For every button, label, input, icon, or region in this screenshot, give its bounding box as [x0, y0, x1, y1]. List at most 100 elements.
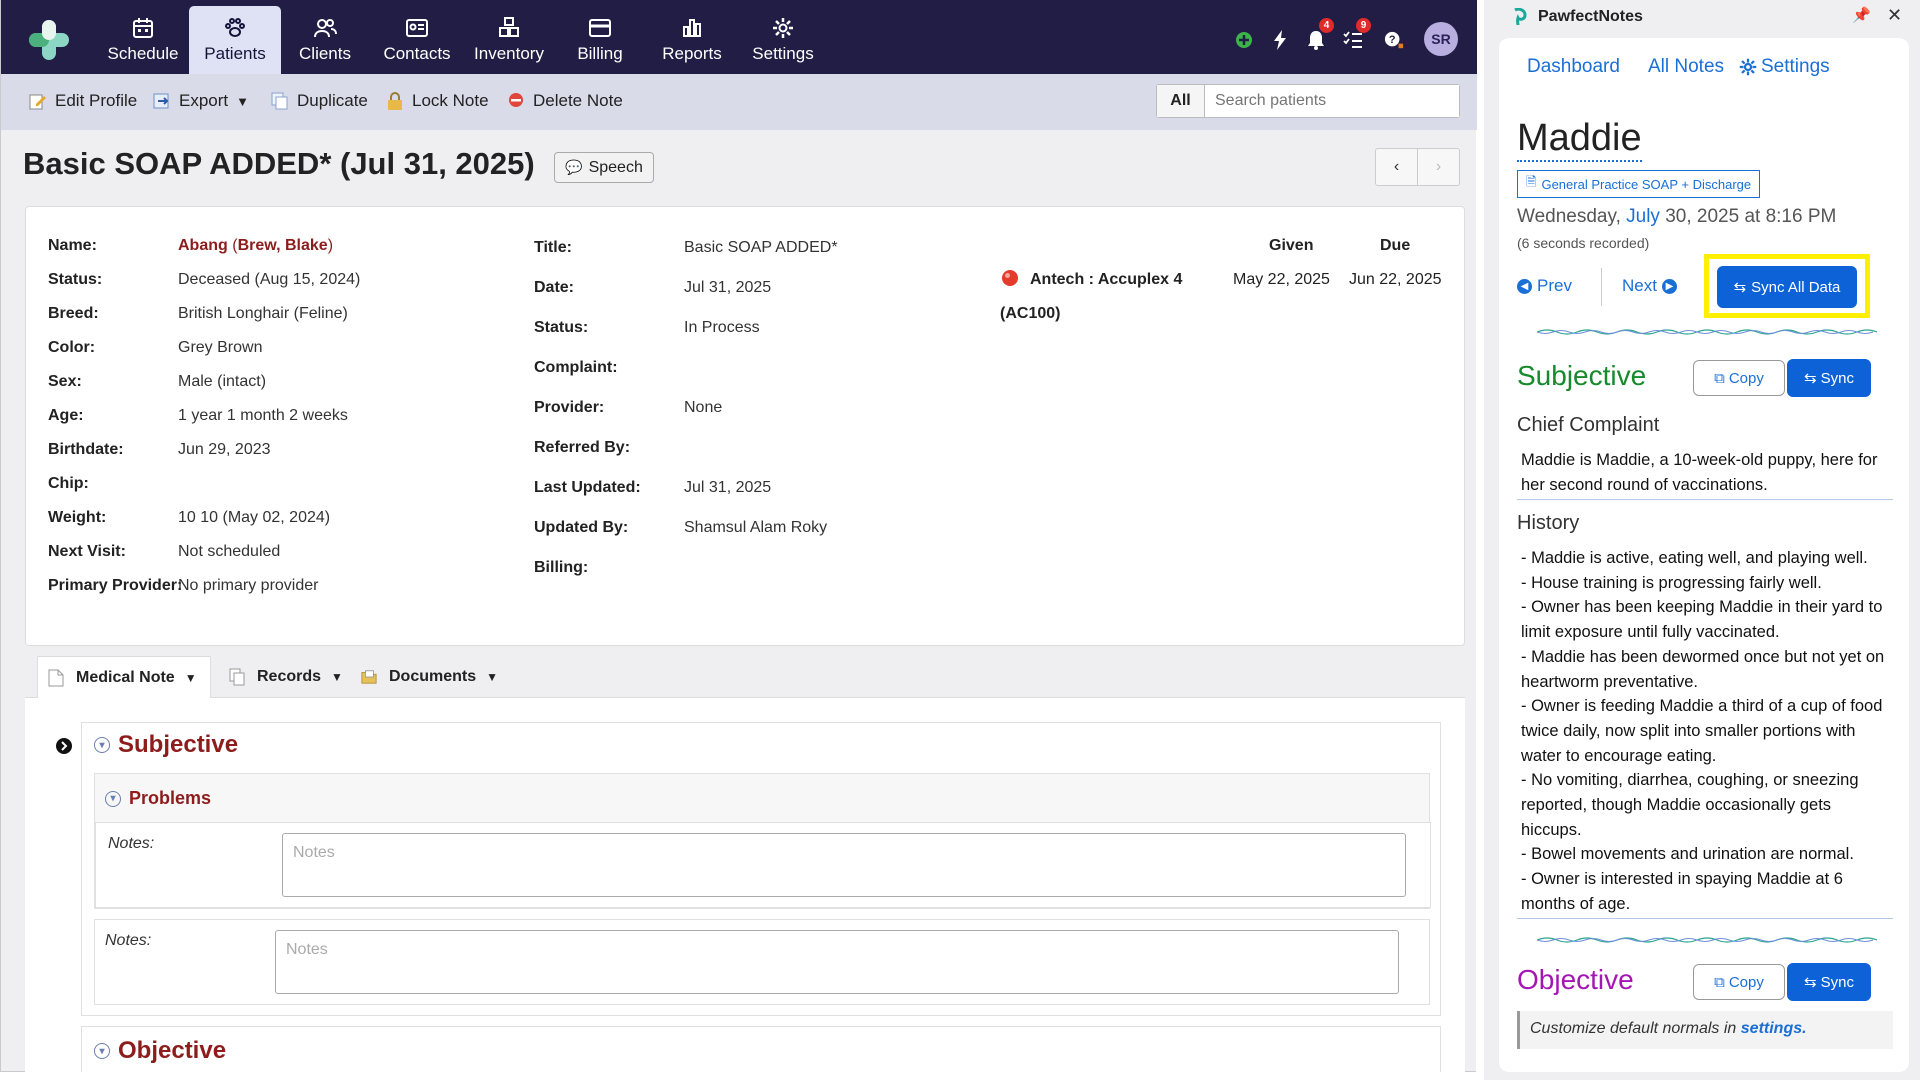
- sync-all-data-button[interactable]: ⇆ Sync All Data: [1717, 266, 1857, 308]
- chief-complaint-text[interactable]: Maddie is Maddie, a 10-week-old puppy, h…: [1521, 448, 1887, 497]
- chief-complaint-title: Chief Complaint: [1517, 414, 1660, 436]
- bar-chart-icon: [683, 19, 701, 37]
- duplicate-button[interactable]: Duplicate: [271, 88, 368, 114]
- edit-profile-label: Edit Profile: [55, 91, 138, 110]
- field-label: Name:: [48, 237, 97, 254]
- template-selector[interactable]: 🗎 General Practice SOAP + Discharge: [1517, 170, 1761, 198]
- collapse-icon[interactable]: ▾: [105, 790, 121, 807]
- boxes-icon: [499, 17, 519, 37]
- nav-schedule[interactable]: Schedule: [97, 6, 189, 72]
- clinic-app-window: Schedule Patients Clients Contacts Inven…: [0, 0, 1477, 1072]
- chevron-right-icon[interactable]: ›: [1418, 149, 1459, 185]
- sync-icon: ⇆: [1804, 370, 1817, 387]
- objective-sync-button[interactable]: ⇆ Sync: [1787, 963, 1871, 1001]
- objective-copy-button[interactable]: ⧉ Copy: [1693, 964, 1785, 1000]
- delete-note-button[interactable]: Delete Note: [507, 88, 623, 114]
- next-button[interactable]: Next ▶: [1622, 276, 1677, 296]
- subjective-notes-box: Notes: Notes: [94, 919, 1430, 1005]
- lock-note-button[interactable]: Lock Note: [386, 88, 489, 114]
- speech-button[interactable]: 💬 Speech: [554, 152, 654, 183]
- edit-profile-button[interactable]: Edit Profile: [29, 88, 137, 114]
- nav-reports[interactable]: Reports: [646, 6, 738, 72]
- problems-notes-field[interactable]: Notes: [282, 833, 1406, 897]
- tab-medical-note[interactable]: Medical Note ▼: [37, 656, 211, 698]
- people-icon: [314, 19, 337, 38]
- top-navigation-bar: Schedule Patients Clients Contacts Inven…: [1, 0, 1477, 74]
- prev-button[interactable]: ◀ Prev: [1517, 276, 1572, 296]
- notifications-button[interactable]: 4: [1306, 18, 1334, 52]
- subjective-heading[interactable]: ▾ Subjective: [94, 731, 238, 759]
- lock-icon: [388, 92, 402, 110]
- nav-inventory[interactable]: Inventory: [463, 6, 555, 72]
- date-month-link[interactable]: July: [1626, 206, 1660, 227]
- history-line: - No vomiting, diarrhea, coughing, or sn…: [1521, 771, 1859, 839]
- lock-note-label: Lock Note: [412, 91, 489, 110]
- nav-label: Schedule: [107, 44, 179, 63]
- normals-hint: Customize default normals in settings.: [1517, 1011, 1893, 1049]
- export-icon: [153, 93, 169, 109]
- gear-icon: [1739, 58, 1757, 76]
- search-scope-all[interactable]: All: [1157, 85, 1205, 117]
- nav-clients[interactable]: Clients: [279, 6, 371, 72]
- subjective-copy-button[interactable]: ⧉ Copy: [1693, 360, 1785, 396]
- normals-settings-link[interactable]: settings.: [1741, 1020, 1807, 1037]
- arrow-right-circle-icon: ▶: [1661, 278, 1677, 294]
- problems-heading[interactable]: ▾ Problems: [105, 788, 211, 809]
- nav-label: Settings: [752, 44, 814, 63]
- delete-note-label: Delete Note: [533, 91, 623, 110]
- export-button[interactable]: Export ▼: [153, 88, 249, 114]
- settings-link[interactable]: Settings: [1739, 56, 1830, 78]
- close-icon[interactable]: ✕: [1887, 5, 1902, 26]
- chevron-left-icon[interactable]: ‹: [1376, 149, 1418, 185]
- tab-records[interactable]: Records ▼: [219, 656, 353, 698]
- patient-name-link[interactable]: Abang: [178, 237, 228, 254]
- copy-icon: ⧉: [1714, 369, 1725, 387]
- quick-actions-button[interactable]: [1271, 28, 1289, 52]
- sync-icon: ⇆: [1733, 279, 1747, 296]
- expand-arrow-icon[interactable]: [56, 738, 72, 754]
- nav-patients[interactable]: Patients: [189, 6, 281, 74]
- patient-name[interactable]: Maddie: [1517, 116, 1642, 162]
- recording-date: Wednesday, July 30, 2025 at 8:16 PM: [1517, 206, 1837, 227]
- nav-divider: [1601, 268, 1602, 306]
- history-title: History: [1517, 512, 1580, 534]
- subjective-sync-button[interactable]: ⇆ Sync: [1787, 359, 1871, 397]
- pin-icon[interactable]: 📌: [1852, 6, 1871, 24]
- caret-down-icon: ▼: [331, 670, 343, 684]
- arrow-left-circle-icon: ◀: [1517, 278, 1532, 294]
- tab-documents[interactable]: Documents ▼: [351, 656, 508, 698]
- nav-contacts[interactable]: Contacts: [371, 6, 463, 72]
- add-button[interactable]: [1235, 28, 1253, 52]
- record-pager: ‹ ›: [1375, 148, 1460, 186]
- section-divider: [1517, 918, 1893, 919]
- reminder-item-name[interactable]: Antech : Accuplex 4: [1030, 271, 1182, 289]
- subjective-section: ▾ Subjective ▾ Problems Notes: Notes Not…: [81, 722, 1441, 1016]
- tasks-button[interactable]: 9: [1343, 18, 1371, 52]
- dashboard-link[interactable]: Dashboard: [1527, 56, 1620, 78]
- paw-icon: [225, 18, 245, 37]
- speech-bubble-icon: 💬: [565, 159, 583, 175]
- owner-name-link[interactable]: Brew, Blake: [238, 237, 328, 254]
- help-icon: ?: [1384, 31, 1404, 49]
- collapse-icon[interactable]: ▾: [94, 1043, 110, 1059]
- nav-settings[interactable]: Settings: [737, 6, 829, 72]
- panel-title: PawfectNotes: [1512, 8, 1643, 26]
- nav-label: Contacts: [383, 44, 451, 63]
- objective-heading[interactable]: ▾ Objective: [94, 1037, 226, 1065]
- nav-label: Reports: [662, 44, 722, 63]
- audio-waveform: [1537, 937, 1877, 943]
- collapse-icon[interactable]: ▾: [94, 737, 110, 753]
- folder-icon: [361, 670, 377, 684]
- all-notes-link[interactable]: All Notes: [1648, 56, 1724, 78]
- bell-icon: [1308, 31, 1324, 50]
- help-button[interactable]: ?: [1384, 28, 1404, 52]
- patient-search: All: [1156, 84, 1460, 118]
- search-input[interactable]: [1205, 85, 1459, 117]
- history-line: - Owner is feeding Maddie a third of a c…: [1521, 697, 1883, 765]
- subjective-notes-field[interactable]: Notes: [275, 930, 1399, 994]
- user-avatar[interactable]: SR: [1424, 22, 1458, 56]
- nav-billing[interactable]: Billing: [554, 6, 646, 72]
- pencil-icon: [29, 94, 46, 110]
- history-text[interactable]: - Maddie is active, eating well, and pla…: [1521, 546, 1887, 917]
- document-icon: 🗎: [1526, 174, 1537, 189]
